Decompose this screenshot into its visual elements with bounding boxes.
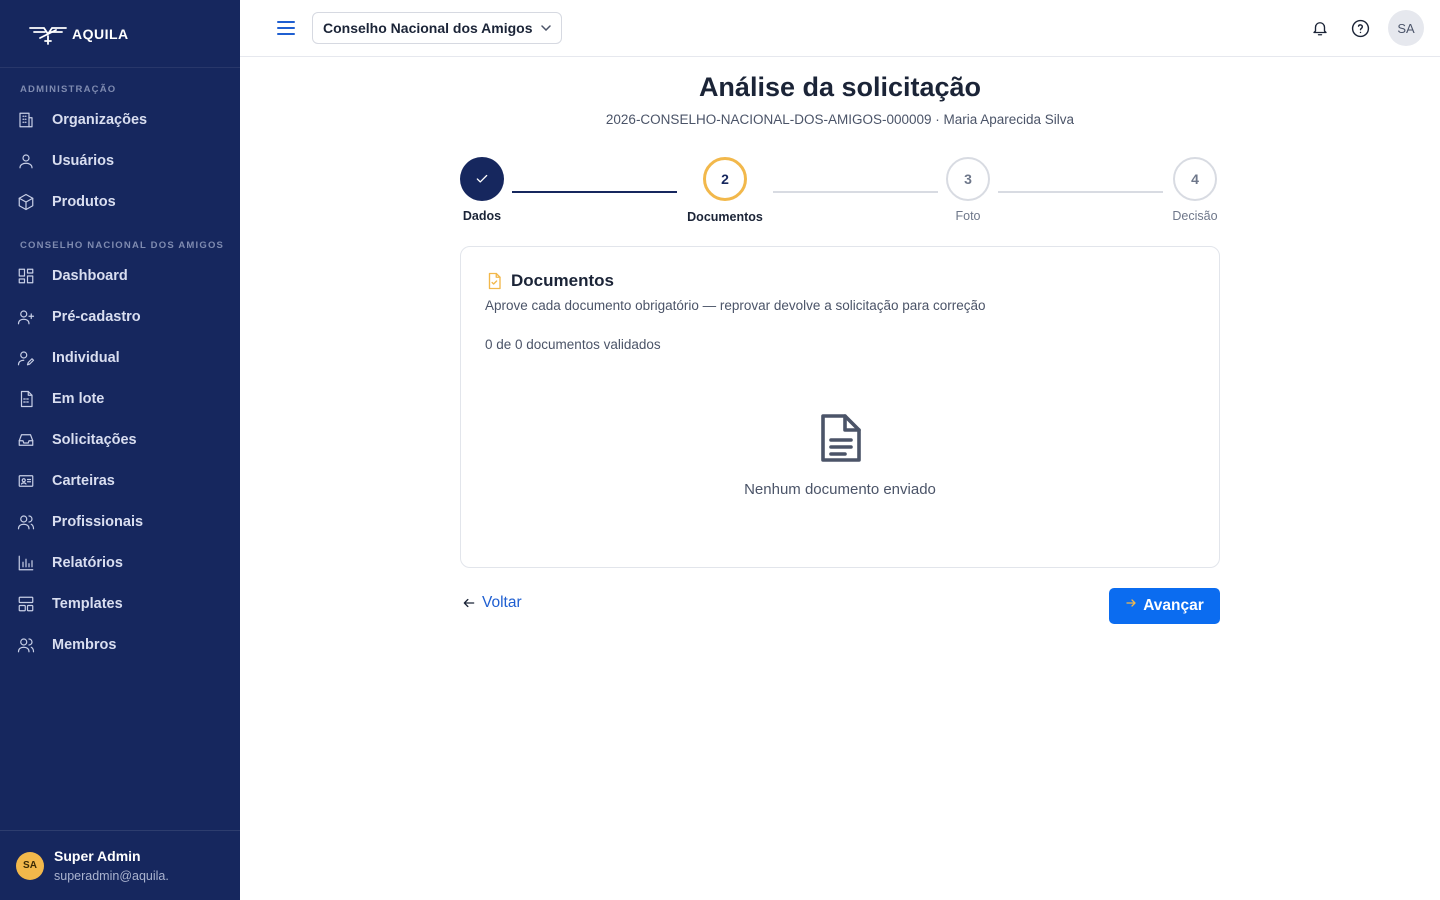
user-icon bbox=[16, 151, 36, 171]
sidebar: AQUILA ADMINISTRAÇÃO Organizações Usuári… bbox=[0, 0, 240, 900]
documents-count: 0 de 0 documentos validados bbox=[485, 337, 661, 352]
sidebar-item-label: Produtos bbox=[52, 193, 116, 210]
check-icon bbox=[476, 174, 488, 183]
back-button-label: Voltar bbox=[482, 594, 522, 611]
bar-chart-icon bbox=[16, 553, 36, 573]
step-decisao[interactable]: 4 Decisão bbox=[1172, 157, 1218, 223]
step-label: Dados bbox=[462, 209, 502, 223]
notifications-button[interactable] bbox=[1308, 16, 1332, 40]
sidebar-item-label: Carteiras bbox=[52, 472, 115, 489]
sidebar-item-label: Usuários bbox=[52, 152, 115, 169]
back-button[interactable]: Voltar bbox=[462, 594, 522, 612]
request-subtitle: 2026-CONSELHO-NACIONAL-DOS-AMIGOS-000009… bbox=[605, 112, 1075, 127]
avatar: SA bbox=[16, 851, 44, 880]
step-label: Decisão bbox=[1172, 209, 1218, 223]
step-label: Documentos bbox=[687, 210, 763, 224]
step-circle-done bbox=[460, 157, 504, 201]
sidebar-item-label: Membros bbox=[52, 636, 117, 653]
organization-select[interactable]: Conselho Nacional dos Amigos bbox=[312, 12, 562, 44]
documents-description: Aprove cada documento obrigatório — repr… bbox=[485, 298, 986, 313]
user-name: Super Admin bbox=[54, 848, 141, 864]
step-connector-1 bbox=[512, 191, 677, 193]
dashboard-icon bbox=[16, 266, 36, 286]
help-button[interactable] bbox=[1348, 16, 1372, 40]
template-icon bbox=[16, 594, 36, 614]
sidebar-item-em-lote[interactable]: Em lote bbox=[0, 378, 240, 419]
sidebar-item-produtos[interactable]: Produtos bbox=[0, 181, 240, 222]
file-check-icon bbox=[488, 272, 501, 290]
page-title: Análise da solicitação bbox=[698, 72, 982, 102]
sidebar-item-pre-cadastro[interactable]: Pré-cadastro bbox=[0, 296, 240, 337]
arrow-left-icon bbox=[463, 598, 475, 608]
sidebar-item-label: Solicitações bbox=[52, 431, 137, 448]
sidebar-item-usuarios[interactable]: Usuários bbox=[0, 140, 240, 181]
sidebar-item-label: Em lote bbox=[52, 390, 105, 407]
organization-select-value: Conselho Nacional dos Amigos bbox=[323, 20, 533, 36]
sidebar-item-dashboard[interactable]: Dashboard bbox=[0, 255, 240, 296]
brand-name: AQUILA bbox=[72, 25, 129, 42]
stepper: Dados 2 Documentos 3 Foto 4 Decisão bbox=[460, 157, 1220, 232]
user-plus-icon bbox=[16, 307, 36, 327]
sidebar-item-carteiras[interactable]: Carteiras bbox=[0, 460, 240, 501]
sidebar-item-membros[interactable]: Membros bbox=[0, 624, 240, 665]
id-card-icon bbox=[16, 471, 36, 491]
chevron-down-icon bbox=[540, 25, 551, 31]
sidebar-item-label: Organizações bbox=[52, 111, 148, 128]
step-foto[interactable]: 3 Foto bbox=[945, 157, 991, 223]
building-icon bbox=[16, 110, 36, 130]
help-icon bbox=[1351, 19, 1369, 37]
user-profile[interactable]: SA Super Admin superadmin@aquila. bbox=[0, 830, 240, 900]
bell-icon bbox=[1313, 22, 1327, 36]
user-avatar-button[interactable]: SA bbox=[1388, 10, 1424, 46]
members-icon bbox=[16, 635, 36, 655]
section-title-admin: ADMINISTRAÇÃO bbox=[20, 84, 117, 95]
documents-title: Documentos bbox=[511, 271, 614, 290]
empty-state-text: Nenhum documento enviado bbox=[744, 481, 936, 498]
users-icon bbox=[16, 512, 36, 532]
step-number: 3 bbox=[946, 157, 990, 201]
sidebar-item-label: Profissionais bbox=[52, 513, 144, 530]
empty-document-icon bbox=[819, 412, 863, 469]
sidebar-item-label: Dashboard bbox=[52, 267, 128, 284]
sidebar-item-relatorios[interactable]: Relatórios bbox=[0, 542, 240, 583]
sidebar-item-organizacoes[interactable]: Organizações bbox=[0, 99, 240, 140]
sidebar-item-solicitacoes[interactable]: Solicitações bbox=[0, 419, 240, 460]
step-number: 4 bbox=[1173, 157, 1217, 201]
step-number: 2 bbox=[703, 157, 747, 201]
sidebar-item-templates[interactable]: Templates bbox=[0, 583, 240, 624]
sidebar-item-individual[interactable]: Individual bbox=[0, 337, 240, 378]
sidebar-item-profissionais[interactable]: Profissionais bbox=[0, 501, 240, 542]
box-icon bbox=[16, 192, 36, 212]
section-title-org: CONSELHO NACIONAL DOS AMIGOS bbox=[20, 240, 225, 251]
aquila-logo-icon bbox=[29, 26, 67, 45]
inbox-icon bbox=[16, 430, 36, 450]
next-button-label: Avançar bbox=[1143, 597, 1204, 614]
arrow-right-icon bbox=[1126, 599, 1136, 607]
user-email: superadmin@aquila. bbox=[54, 869, 169, 883]
step-label: Foto bbox=[955, 209, 981, 223]
sidebar-item-label: Templates bbox=[52, 595, 123, 612]
file-grid-icon bbox=[16, 389, 36, 409]
step-connector-2 bbox=[773, 191, 938, 193]
step-connector-3 bbox=[998, 191, 1163, 193]
step-documentos[interactable]: 2 Documentos bbox=[687, 157, 763, 224]
sidebar-item-label: Individual bbox=[52, 349, 120, 366]
sidebar-item-label: Pré-cadastro bbox=[52, 308, 141, 325]
hamburger-icon bbox=[277, 21, 295, 35]
user-edit-icon bbox=[16, 348, 36, 368]
brand-logo[interactable]: AQUILA bbox=[0, 0, 240, 68]
topbar: Conselho Nacional dos Amigos SA bbox=[240, 0, 1440, 57]
documents-card: Documentos Aprove cada documento obrigat… bbox=[460, 246, 1220, 568]
step-dados[interactable]: Dados bbox=[459, 157, 505, 223]
menu-toggle-button[interactable] bbox=[274, 16, 298, 40]
sidebar-item-label: Relatórios bbox=[52, 554, 123, 571]
next-button[interactable]: Avançar bbox=[1109, 588, 1220, 624]
